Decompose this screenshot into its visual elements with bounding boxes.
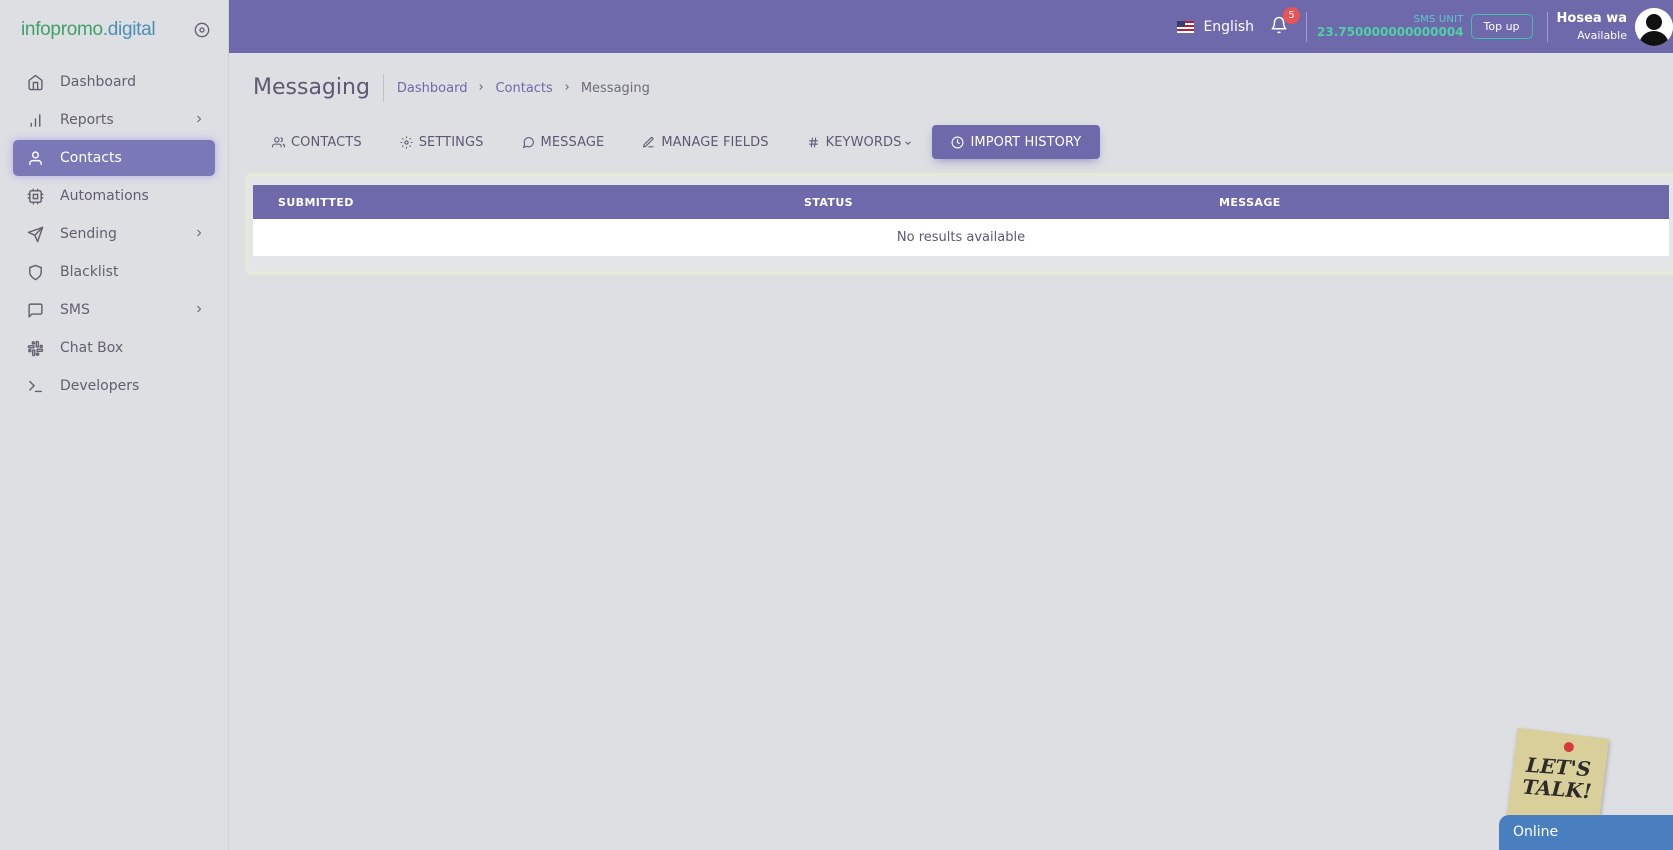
pushpin-icon bbox=[1563, 741, 1575, 753]
table-row: No results available bbox=[253, 219, 1669, 256]
sidebar-item-label: Developers bbox=[60, 378, 140, 394]
clock-icon bbox=[951, 136, 964, 149]
brand-logo[interactable]: infopromo.digital bbox=[21, 19, 156, 41]
sidebar: infopromo.digital Dashboard Reports Cont… bbox=[0, 0, 229, 850]
sidebar-item-blacklist[interactable]: Blacklist bbox=[13, 254, 215, 290]
sidebar-item-reports[interactable]: Reports bbox=[13, 102, 215, 138]
column-submitted[interactable]: SUBMITTED bbox=[253, 185, 779, 219]
send-icon bbox=[26, 225, 44, 243]
sidebar-item-chat-box[interactable]: Chat Box bbox=[13, 330, 215, 366]
notification-badge: 5 bbox=[1283, 6, 1301, 24]
sidebar-item-automations[interactable]: Automations bbox=[13, 178, 215, 214]
tab-settings[interactable]: SETTINGS bbox=[381, 125, 503, 159]
sidebar-item-label: Contacts bbox=[60, 150, 122, 166]
sidebar-item-label: Blacklist bbox=[60, 264, 119, 280]
breadcrumb-contacts[interactable]: Contacts bbox=[495, 81, 552, 96]
sidebar-item-label: Sending bbox=[60, 226, 117, 242]
sidebar-toggle-icon[interactable] bbox=[193, 21, 211, 39]
sidebar-item-sending[interactable]: Sending bbox=[13, 216, 215, 252]
users-icon bbox=[272, 136, 285, 149]
message-circle-icon bbox=[522, 136, 535, 149]
sidebar-item-label: Automations bbox=[60, 188, 149, 204]
terminal-icon bbox=[26, 377, 44, 395]
divider bbox=[1306, 11, 1308, 42]
breadcrumb-current: Messaging bbox=[580, 80, 650, 96]
home-icon bbox=[26, 73, 44, 91]
sms-unit-value: 23.750000000000004 bbox=[1317, 25, 1464, 39]
tab-label: IMPORT HISTORY bbox=[970, 134, 1082, 150]
chevron-right-icon bbox=[193, 303, 205, 315]
tab-keywords[interactable]: KEYWORDS bbox=[788, 125, 933, 159]
sms-unit-label: SMS UNIT bbox=[1413, 14, 1464, 25]
shield-icon bbox=[26, 263, 44, 281]
tab-import-history[interactable]: IMPORT HISTORY bbox=[932, 125, 1101, 159]
tab-message[interactable]: MESSAGE bbox=[503, 125, 624, 159]
cpu-icon bbox=[26, 187, 44, 205]
language-label: English bbox=[1203, 18, 1255, 35]
settings-icon bbox=[400, 136, 413, 149]
chevron-right-icon bbox=[193, 227, 205, 239]
import-history-card: SUBMITTED STATUS MESSAGE No results avai… bbox=[245, 173, 1673, 275]
table-header-row: SUBMITTED STATUS MESSAGE bbox=[253, 185, 1669, 219]
tab-label: MANAGE FIELDS bbox=[661, 134, 769, 150]
column-message[interactable]: MESSAGE bbox=[1194, 185, 1669, 219]
breadcrumb: Dashboard Contacts Messaging bbox=[397, 81, 650, 96]
tab-label: CONTACTS bbox=[291, 134, 362, 150]
lets-talk-sticker[interactable]: LET'S TALK! bbox=[1506, 727, 1610, 829]
main-content: Messaging Dashboard Contacts Messaging C… bbox=[229, 53, 1673, 850]
avatar[interactable] bbox=[1635, 7, 1673, 46]
bar-chart-icon bbox=[26, 111, 44, 129]
sidebar-item-label: Reports bbox=[60, 112, 114, 128]
sidebar-item-label: Chat Box bbox=[60, 340, 124, 356]
chevron-down-icon bbox=[903, 137, 913, 147]
column-status[interactable]: STATUS bbox=[779, 185, 1194, 219]
tab-manage-fields[interactable]: MANAGE FIELDS bbox=[623, 125, 787, 159]
language-selector[interactable]: English bbox=[1177, 19, 1254, 35]
chevron-right-icon bbox=[193, 113, 205, 125]
chat-online-button[interactable]: Online bbox=[1499, 815, 1673, 850]
sidebar-item-dashboard[interactable]: Dashboard bbox=[13, 64, 215, 100]
empty-table-message: No results available bbox=[253, 219, 1669, 256]
divider bbox=[1546, 11, 1548, 42]
top-up-button[interactable]: Top up bbox=[1470, 14, 1533, 39]
messaging-tabs: CONTACTS SETTINGS MESSAGE MANAGE FIELDS … bbox=[253, 125, 1665, 159]
page-header: Messaging Dashboard Contacts Messaging bbox=[253, 53, 1665, 123]
import-history-table: SUBMITTED STATUS MESSAGE No results avai… bbox=[253, 185, 1669, 256]
chat-status-label: Online bbox=[1513, 824, 1559, 840]
top-navbar: English 5 SMS UNIT 23.750000000000004 To… bbox=[229, 0, 1673, 53]
brand-header: infopromo.digital bbox=[0, 0, 228, 60]
user-status: Available bbox=[1577, 29, 1627, 42]
sidebar-item-developers[interactable]: Developers bbox=[13, 368, 215, 404]
us-flag-icon bbox=[1177, 20, 1195, 33]
hash-icon bbox=[807, 136, 820, 149]
user-menu[interactable]: Hosea wa Available bbox=[1557, 7, 1673, 46]
breadcrumb-dashboard[interactable]: Dashboard bbox=[397, 81, 468, 96]
tab-contacts[interactable]: CONTACTS bbox=[253, 125, 381, 159]
sidebar-item-label: SMS bbox=[60, 302, 90, 318]
tab-label: SETTINGS bbox=[418, 134, 484, 150]
lets-talk-text: LET'S TALK! bbox=[1521, 752, 1593, 804]
slack-icon bbox=[26, 339, 44, 357]
message-square-icon bbox=[26, 301, 44, 319]
user-name: Hosea wa bbox=[1556, 11, 1627, 26]
brand-logo-part2: .digital bbox=[102, 19, 156, 40]
chevron-right-icon bbox=[562, 81, 572, 95]
sidebar-item-sms[interactable]: SMS bbox=[13, 292, 215, 328]
page-title: Messaging bbox=[253, 74, 384, 102]
chevron-right-icon bbox=[476, 81, 486, 95]
sidebar-item-contacts[interactable]: Contacts bbox=[13, 140, 215, 176]
notification-button[interactable]: 5 bbox=[1268, 6, 1301, 38]
user-icon bbox=[26, 149, 44, 167]
sms-unit-balance: SMS UNIT 23.750000000000004 bbox=[1317, 14, 1464, 39]
tab-label: MESSAGE bbox=[540, 134, 605, 150]
sidebar-item-label: Dashboard bbox=[60, 74, 136, 90]
tab-label: KEYWORDS bbox=[825, 134, 902, 150]
brand-logo-part1: infopromo bbox=[21, 19, 103, 40]
user-info: Hosea wa Available bbox=[1557, 11, 1627, 42]
sidebar-nav: Dashboard Reports Contacts Automations S… bbox=[0, 60, 228, 404]
edit-icon bbox=[642, 136, 655, 149]
